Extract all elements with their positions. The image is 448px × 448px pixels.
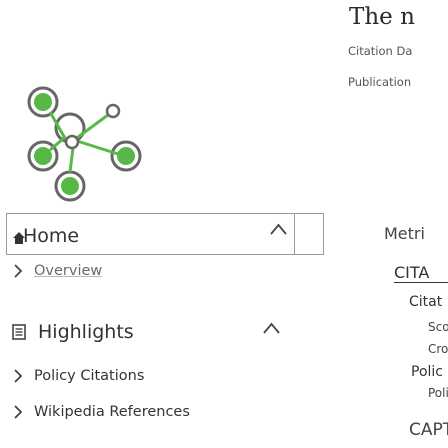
- nav-item-overview[interactable]: Overview: [12, 263, 102, 279]
- nav-item-wikipedia-references[interactable]: Wikipedia References: [12, 404, 190, 420]
- policy-label: Polic: [411, 364, 443, 380]
- metrics-label: Metri: [384, 224, 425, 243]
- chevron-right-icon: [14, 369, 23, 383]
- divider: [294, 214, 295, 254]
- nav-item-policy-citations[interactable]: Policy Citations: [12, 368, 144, 384]
- chevron-up-icon[interactable]: [262, 321, 281, 336]
- publication-label: Publication: [348, 75, 412, 89]
- divider: [394, 282, 448, 283]
- crossref-label: Cro: [428, 342, 448, 356]
- policy-citations-label: Policy Citations: [34, 368, 145, 384]
- page-title-partial: The n: [349, 4, 415, 30]
- cita-heading: CITA: [394, 263, 430, 282]
- policy-sub-label: Poli: [428, 386, 448, 400]
- nav-section-highlights[interactable]: Highlights: [12, 321, 134, 343]
- wikipedia-references-label: Wikipedia References: [34, 404, 190, 420]
- capt-heading: CAPT: [409, 420, 448, 440]
- highlights-label: Highlights: [38, 321, 134, 343]
- logo: [27, 86, 142, 202]
- home-label: Home: [23, 225, 80, 247]
- overview-link[interactable]: Overview: [34, 263, 102, 279]
- chevron-right-icon: [14, 264, 23, 278]
- home-bar[interactable]: Home: [6, 213, 324, 255]
- chevron-up-icon[interactable]: [269, 222, 288, 237]
- citation-database-label: Citation Da: [348, 44, 413, 58]
- chevron-right-icon: [14, 405, 23, 419]
- citat-label: Citat: [409, 294, 443, 310]
- document-icon: [12, 324, 26, 340]
- scopus-label: Sco: [428, 320, 448, 334]
